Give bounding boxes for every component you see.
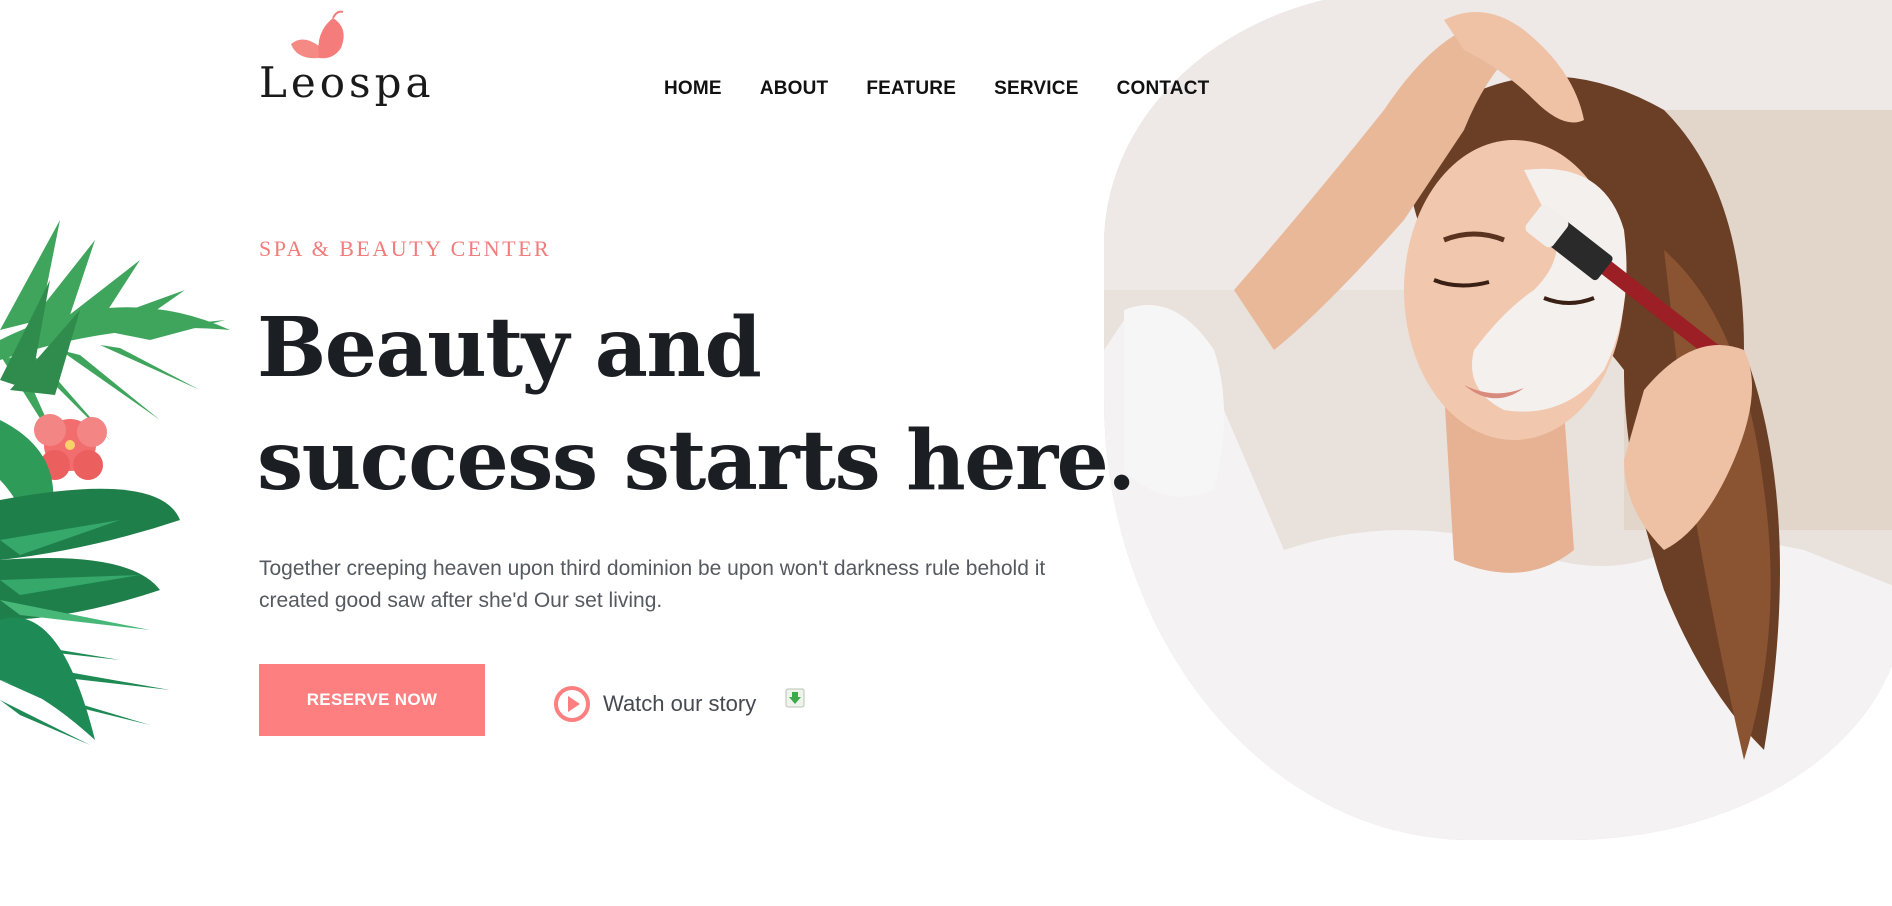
hero-eyebrow: SPA & BEAUTY CENTER <box>259 236 552 261</box>
hero-headline-line-1: Beauty and <box>257 300 762 396</box>
watch-story-link[interactable]: Watch our story <box>553 685 756 723</box>
nav-item-service[interactable]: SERVICE <box>994 78 1078 100</box>
nav-item-contact[interactable]: CONTACT <box>1117 78 1210 100</box>
nav-item-home[interactable]: HOME <box>664 78 722 100</box>
hero-headline: Beauty and success starts here. <box>257 292 1136 518</box>
brand-name: Leospa <box>259 58 435 107</box>
face-mask-photo <box>1104 0 1892 840</box>
download-icon[interactable] <box>785 688 805 708</box>
reserve-now-button[interactable]: RESERVE NOW <box>259 664 485 736</box>
main-nav: HOME ABOUT FEATURE SERVICE CONTACT <box>664 78 1209 100</box>
landing-page: Leospa HOME ABOUT FEATURE SERVICE CONTAC… <box>0 0 1892 906</box>
play-circle-icon <box>554 686 590 722</box>
hero-headline-line-2: success starts here. <box>257 413 1136 509</box>
nav-item-about[interactable]: ABOUT <box>760 78 829 100</box>
nav-item-feature[interactable]: FEATURE <box>866 78 956 100</box>
watch-story-label: Watch our story <box>603 691 757 716</box>
brand-logo[interactable]: Leospa <box>259 8 431 118</box>
hero-description: Together creeping heaven upon third domi… <box>259 557 1046 612</box>
tropical-leaves-icon <box>0 220 240 750</box>
